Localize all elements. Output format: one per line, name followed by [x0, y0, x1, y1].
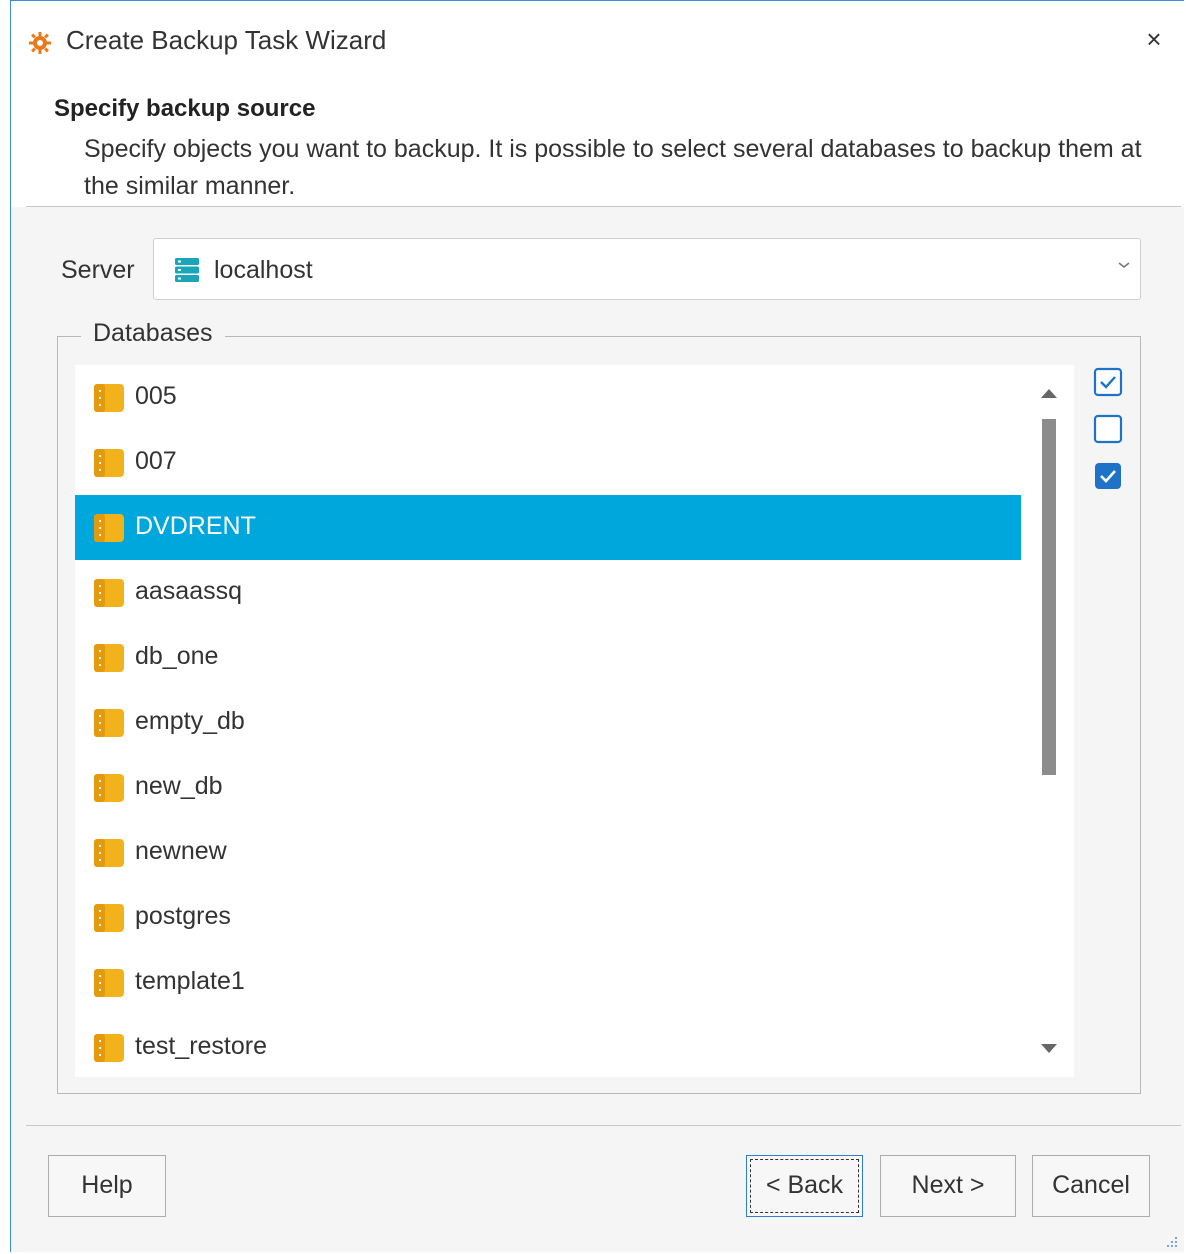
resize-grip-icon[interactable] — [1164, 1234, 1178, 1248]
database-icon — [94, 774, 124, 802]
database-icon — [94, 579, 124, 607]
cancel-button[interactable]: Cancel — [1032, 1155, 1150, 1217]
list-item-new-db[interactable]: new_db — [75, 755, 1021, 820]
help-button[interactable]: Help — [48, 1155, 166, 1217]
server-dropdown[interactable]: localhost — [153, 238, 1141, 300]
check-all-icon[interactable] — [1093, 367, 1123, 397]
window-title: Create Backup Task Wizard — [66, 25, 387, 55]
list-item-dvdrent[interactable]: DVDRENT — [75, 495, 1021, 560]
list-item-template1[interactable]: template1 — [75, 950, 1021, 1015]
database-icon — [94, 904, 124, 932]
databases-legend: Databases — [81, 319, 225, 348]
scroll-down-icon[interactable] — [1039, 1041, 1059, 1057]
list-item-test-restore[interactable]: test_restore — [75, 1015, 1021, 1077]
list-item-label: new_db — [135, 772, 223, 800]
database-icon — [94, 839, 124, 867]
list-item-newnew[interactable]: newnew — [75, 820, 1021, 885]
list-item-postgres[interactable]: postgres — [75, 885, 1021, 950]
page-title: Specify backup source — [54, 95, 316, 122]
list-item-005[interactable]: 005 — [75, 365, 1021, 430]
database-icon — [94, 384, 124, 412]
list-item-label: empty_db — [135, 707, 245, 735]
list-item-label: newnew — [135, 837, 227, 865]
database-icon — [94, 514, 124, 542]
database-icon — [94, 969, 124, 997]
list-item-aasaassq[interactable]: aasaassq — [75, 560, 1021, 625]
server-label: Server — [61, 256, 135, 284]
list-item-label: 007 — [135, 447, 177, 475]
gear-icon — [29, 32, 51, 54]
list-item-label: test_restore — [135, 1032, 268, 1060]
header-divider — [26, 206, 1181, 207]
check-selected-icon[interactable] — [1093, 461, 1123, 491]
database-icon — [94, 709, 124, 737]
scrollbar-thumb[interactable] — [1042, 419, 1056, 775]
list-item-007[interactable]: 007 — [75, 430, 1021, 495]
chevron-down-icon[interactable] — [1116, 257, 1132, 273]
wizard-header: Specify backup source Specify objects yo… — [11, 85, 1184, 207]
server-icon — [175, 258, 199, 282]
databases-list[interactable]: 005 007 DVDRENT aasaassq db_one empty_db… — [75, 365, 1074, 1077]
list-item-label: DVDRENT — [135, 512, 256, 540]
scroll-up-icon[interactable] — [1039, 385, 1059, 401]
title-bar: Create Backup Task Wizard × — [11, 1, 1184, 85]
list-item-label: 005 — [135, 382, 177, 410]
footer-divider — [26, 1125, 1181, 1126]
back-button[interactable]: < Back — [746, 1155, 863, 1217]
list-item-label: postgres — [135, 902, 231, 930]
uncheck-all-icon[interactable] — [1093, 414, 1123, 444]
next-button[interactable]: Next > — [880, 1155, 1016, 1217]
database-icon — [94, 1034, 124, 1062]
wizard-window: Create Backup Task Wizard × Specify back… — [10, 0, 1184, 1252]
list-item-db-one[interactable]: db_one — [75, 625, 1021, 690]
database-icon — [94, 449, 124, 477]
close-button[interactable]: × — [1138, 23, 1170, 55]
focus-ring — [750, 1159, 859, 1213]
database-icon — [94, 644, 124, 672]
list-item-label: template1 — [135, 967, 245, 995]
list-item-label: aasaassq — [135, 577, 243, 605]
list-item-label: db_one — [135, 642, 219, 670]
server-value: localhost — [214, 256, 313, 284]
page-description: Specify objects you want to backup. It i… — [84, 135, 1142, 200]
list-item-empty-db[interactable]: empty_db — [75, 690, 1021, 755]
